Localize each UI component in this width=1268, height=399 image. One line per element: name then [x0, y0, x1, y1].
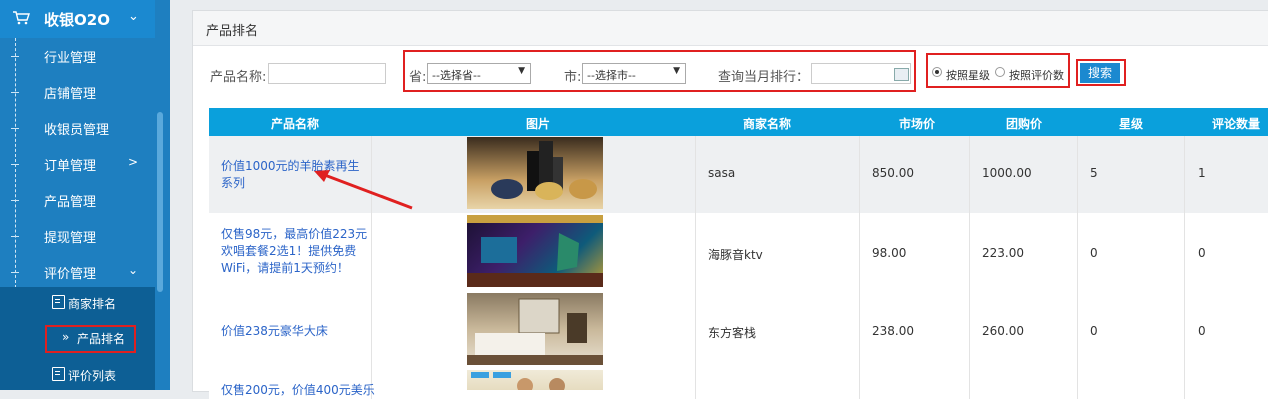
- review-count: 1: [1198, 166, 1206, 180]
- product-image: [467, 293, 603, 365]
- submenu-item-label: 评价列表: [68, 369, 117, 383]
- submenu-item-label: 商家排名: [68, 297, 117, 311]
- market-price: 238.00: [872, 324, 914, 338]
- col-review-count: 评论数量: [1212, 117, 1261, 131]
- province-select[interactable]: --选择省-- ▼: [427, 63, 531, 84]
- product-link[interactable]: 价值238元豪华大床: [221, 323, 371, 340]
- col-product-name: 产品名称: [271, 117, 320, 131]
- col-market-price: 市场价: [899, 117, 936, 131]
- sidebar-item-label: 产品管理: [44, 195, 97, 210]
- sidebar-item-label: 店铺管理: [44, 87, 97, 102]
- table-row: 仅售200元，价值400元美乐: [209, 369, 1268, 399]
- sidebar-item-label: 提现管理: [44, 231, 97, 246]
- document-icon: [52, 367, 65, 381]
- merchant-name: 海豚音ktv: [708, 248, 763, 262]
- tree-node-icon: [11, 92, 19, 93]
- sidebar-item-industry[interactable]: 行业管理: [0, 38, 155, 74]
- submenu-item-label: 产品排名: [77, 332, 126, 346]
- sidebar-scrollbar[interactable]: [157, 112, 163, 292]
- product-link[interactable]: 仅售98元，最高价值223元欢唱套餐2选1！提供免费WiFi，请提前1天预约！: [221, 226, 371, 277]
- product-name-label: 产品名称:: [210, 70, 267, 85]
- double-chevron-right-icon: »: [62, 330, 70, 344]
- sidebar-item-orders[interactable]: 订单管理 >: [0, 146, 155, 182]
- group-price: 260.00: [982, 324, 1024, 338]
- radio-by-star[interactable]: [932, 67, 942, 77]
- group-price: 223.00: [982, 246, 1024, 260]
- calendar-icon[interactable]: [894, 68, 909, 81]
- group-price: 1000.00: [982, 166, 1032, 180]
- table-row: 仅售98元，最高价值223元欢唱套餐2选1！提供免费WiFi，请提前1天预约！ …: [209, 213, 1268, 293]
- radio-by-star-label: 按照星级: [946, 69, 990, 82]
- market-price: 850.00: [872, 166, 914, 180]
- cart-icon: [12, 10, 30, 30]
- star-count: 0: [1090, 324, 1098, 338]
- month-rank-label: 查询当月排行：: [718, 70, 810, 85]
- search-button[interactable]: 搜索: [1080, 63, 1120, 83]
- page-title: 产品排名: [206, 24, 259, 39]
- tree-node-icon: [11, 56, 19, 57]
- tree-node-icon: [11, 272, 19, 273]
- merchant-name: 东方客栈: [708, 326, 757, 340]
- caret-down-icon: ▼: [673, 66, 680, 76]
- reviews-submenu: 商家排名 » 产品排名 评价列表: [0, 287, 155, 390]
- submenu-item-product-rank[interactable]: » 产品排名: [0, 323, 155, 355]
- submenu-item-review-list[interactable]: 评价列表: [0, 359, 155, 391]
- col-group-price: 团购价: [1006, 117, 1043, 131]
- sidebar-item-products[interactable]: 产品管理: [0, 182, 155, 218]
- table-header: 产品名称 图片 商家名称 市场价 团购价 星级 评论数量: [209, 108, 1268, 136]
- submenu-item-merchant-rank[interactable]: 商家排名: [0, 287, 155, 319]
- chevron-down-icon: ⌄: [128, 9, 139, 24]
- tree-node-icon: [11, 200, 19, 201]
- panel-header: 产品排名: [193, 11, 1268, 46]
- sidebar-item-label: 订单管理: [44, 159, 97, 174]
- star-count: 5: [1090, 166, 1098, 180]
- sidebar-item-label: 评价管理: [44, 267, 97, 282]
- sidebar: 收银O2O ⌄ 行业管理 店铺管理 收银员管理 订单管理 > 产品管理 提现管理 …: [0, 0, 170, 390]
- province-select-value: --选择省--: [432, 69, 481, 82]
- product-image: [467, 137, 603, 209]
- tree-node-icon: [11, 164, 19, 165]
- city-select[interactable]: --选择市-- ▼: [582, 63, 686, 84]
- product-image: [467, 370, 603, 390]
- product-image: [467, 215, 603, 287]
- review-count: 0: [1198, 246, 1206, 260]
- sidebar-item-label: 行业管理: [44, 51, 97, 66]
- city-select-value: --选择市--: [587, 69, 636, 82]
- radio-by-reviews[interactable]: [995, 67, 1005, 77]
- sidebar-header[interactable]: 收银O2O ⌄: [0, 0, 155, 38]
- product-name-input[interactable]: [268, 63, 386, 84]
- chevron-down-icon: ⌄: [128, 263, 139, 277]
- caret-down-icon: ▼: [518, 66, 525, 76]
- tree-node-icon: [11, 128, 19, 129]
- document-icon: [52, 295, 65, 309]
- city-label: 市:: [564, 70, 582, 85]
- chevron-right-icon: >: [128, 155, 139, 169]
- sidebar-title: 收银O2O: [44, 11, 110, 29]
- col-image: 图片: [526, 117, 551, 131]
- sidebar-item-store[interactable]: 店铺管理: [0, 74, 155, 110]
- star-count: 0: [1090, 246, 1098, 260]
- sidebar-item-withdraw[interactable]: 提现管理: [0, 218, 155, 254]
- tree-node-icon: [11, 236, 19, 237]
- review-count: 0: [1198, 324, 1206, 338]
- product-link[interactable]: 仅售200元，价值400元美乐: [221, 382, 375, 399]
- province-label: 省:: [409, 70, 427, 85]
- col-stars: 星级: [1119, 117, 1144, 131]
- annotation-arrow: [314, 170, 413, 210]
- merchant-name: sasa: [708, 166, 736, 180]
- sidebar-item-cashier[interactable]: 收银员管理: [0, 110, 155, 146]
- market-price: 98.00: [872, 246, 907, 260]
- sidebar-item-label: 收银员管理: [44, 123, 110, 138]
- col-merchant: 商家名称: [743, 117, 792, 131]
- sidebar-item-reviews[interactable]: 评价管理 ⌄: [0, 254, 155, 290]
- radio-by-reviews-label: 按照评价数: [1009, 69, 1064, 82]
- table-row: 价值238元豪华大床 东方客栈 238.00 260.00 0 0: [209, 292, 1268, 370]
